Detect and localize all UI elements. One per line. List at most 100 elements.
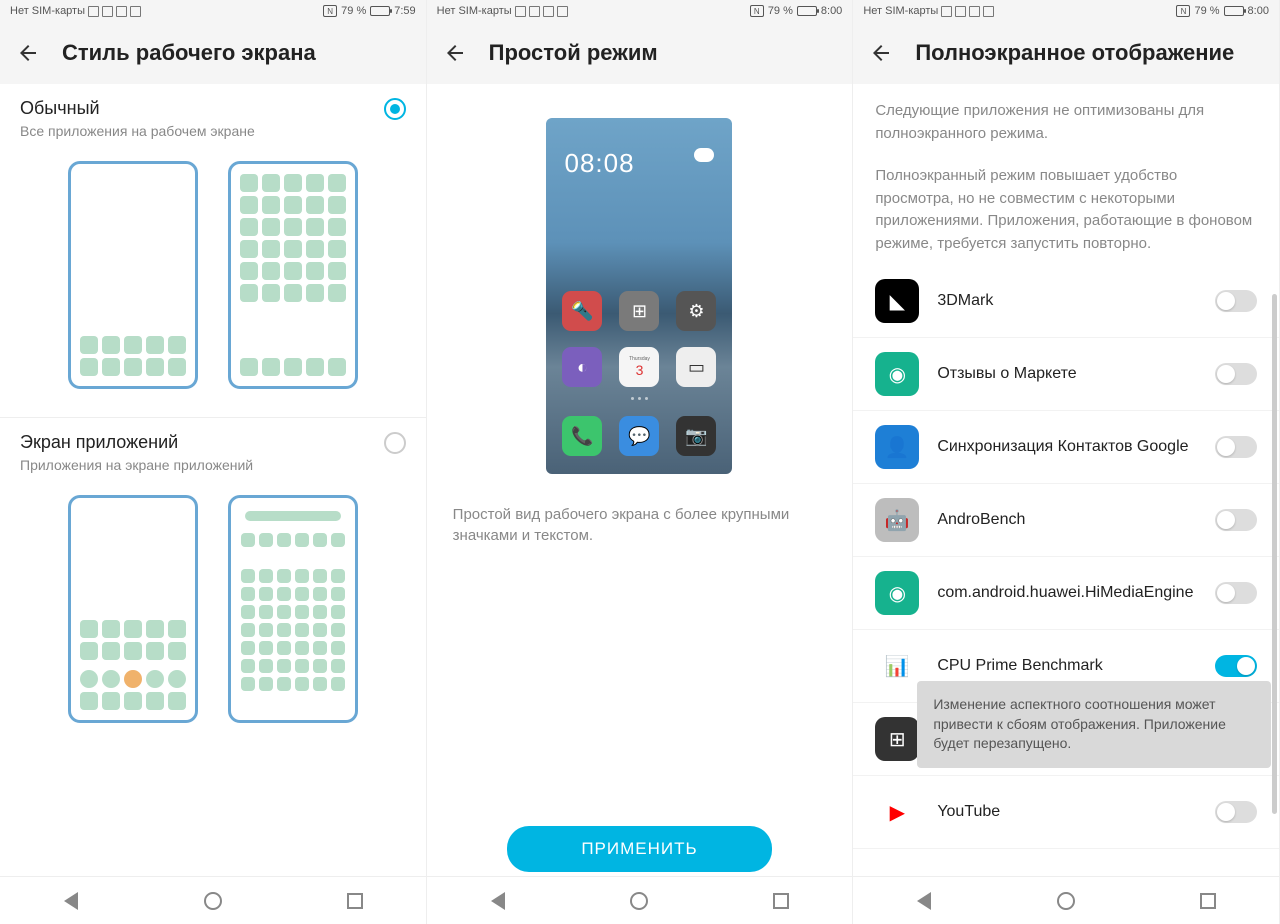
- app-icon: 👤: [875, 425, 919, 469]
- option-drawer[interactable]: Экран приложений Приложения на экране пр…: [0, 418, 426, 751]
- app-name: YouTube: [937, 803, 1197, 821]
- option-preview: [20, 139, 406, 405]
- back-button[interactable]: [16, 41, 40, 65]
- option-title: Экран приложений: [20, 432, 253, 453]
- app-row[interactable]: ▶ YouTube: [853, 776, 1279, 849]
- app-row[interactable]: ◉ com.android.huawei.HiMediaEngine: [853, 557, 1279, 630]
- mock-phone-icon: [228, 495, 358, 723]
- app-icon: ◉: [875, 352, 919, 396]
- sim-icon: [88, 6, 99, 17]
- page-title: Полноэкранное отображение: [915, 40, 1234, 66]
- data-icon: [529, 6, 540, 17]
- nav-home[interactable]: [1055, 890, 1077, 912]
- settings-icon: ⚙: [676, 291, 716, 331]
- app-icon: 📊: [875, 644, 919, 688]
- toggle-switch[interactable]: [1215, 801, 1257, 823]
- app-name: 3DMark: [937, 292, 1197, 310]
- app-icon: ▶: [875, 790, 919, 834]
- screen-home-style: Нет SIM-карты N 79 % 7:59 Стиль рабочего…: [0, 0, 427, 924]
- toggle-switch[interactable]: [1215, 436, 1257, 458]
- back-button[interactable]: [443, 41, 467, 65]
- app-name: Отзывы о Маркете: [937, 365, 1197, 383]
- nav-back[interactable]: [487, 890, 509, 912]
- header: Полноэкранное отображение: [853, 22, 1279, 84]
- app-row[interactable]: 🤖 AndroBench: [853, 484, 1279, 557]
- clock: 8:00: [821, 5, 842, 17]
- app-row[interactable]: ◉ Отзывы о Маркете: [853, 338, 1279, 411]
- msg-icon: [116, 6, 127, 17]
- more-icon: [130, 6, 141, 17]
- nav-recent[interactable]: [1197, 890, 1219, 912]
- sim-icon: [515, 6, 526, 17]
- battery-icon: [797, 6, 817, 16]
- app-name: AndroBench: [937, 511, 1197, 529]
- option-subtitle: Приложения на экране приложений: [20, 457, 253, 473]
- calculator-icon: ⊞: [619, 291, 659, 331]
- nav-bar: [853, 876, 1279, 924]
- mock-phone-icon: [68, 495, 198, 723]
- content: Обычный Все приложения на рабочем экране: [0, 84, 426, 876]
- sim-status: Нет SIM-карты: [10, 5, 85, 17]
- camera-icon: 📷: [676, 416, 716, 456]
- toast: Изменение аспектного соотношения может п…: [917, 681, 1271, 768]
- radio-button[interactable]: [384, 98, 406, 120]
- nav-bar: [0, 876, 426, 924]
- msg-icon: [969, 6, 980, 17]
- toggle-switch[interactable]: [1215, 582, 1257, 604]
- battery-icon: [1224, 6, 1244, 16]
- nav-home[interactable]: [628, 890, 650, 912]
- data-icon: [955, 6, 966, 17]
- app-name: CPU Prime Benchmark: [937, 657, 1197, 675]
- info-text-1: Следующие приложения не оптимизованы для…: [853, 84, 1279, 149]
- description: Простой вид рабочего экрана с более круп…: [427, 494, 853, 556]
- toggle-switch[interactable]: [1215, 509, 1257, 531]
- battery-icon: [370, 6, 390, 16]
- toggle-switch[interactable]: [1215, 655, 1257, 677]
- nav-recent[interactable]: [770, 890, 792, 912]
- messages-icon: 💬: [619, 416, 659, 456]
- status-bar: Нет SIM-карты N 79 % 7:59: [0, 0, 426, 22]
- app-icon: ⊞: [875, 717, 919, 761]
- screen-simple-mode: Нет SIM-карты N 79 % 8:00 Простой режим …: [427, 0, 854, 924]
- option-standard[interactable]: Обычный Все приложения на рабочем экране: [0, 84, 426, 418]
- preview-phone-icon: 08:08 🔦 ⊞ ⚙ ◐ Thursday 3 ▭: [546, 118, 732, 474]
- nav-home[interactable]: [202, 890, 224, 912]
- apply-wrap: ПРИМЕНИТЬ: [427, 826, 853, 872]
- nfc-icon: N: [323, 5, 337, 17]
- browser-icon: ◐: [562, 347, 602, 387]
- more-icon: [983, 6, 994, 17]
- nav-recent[interactable]: [344, 890, 366, 912]
- app-row[interactable]: 👤Синхронизация Контактов Google: [853, 411, 1279, 484]
- nav-back[interactable]: [60, 890, 82, 912]
- info-text-2: Полноэкранный режим повышает удобство пр…: [853, 149, 1279, 259]
- radio-button[interactable]: [384, 432, 406, 454]
- back-button[interactable]: [869, 41, 893, 65]
- more-icon: [557, 6, 568, 17]
- content: 08:08 🔦 ⊞ ⚙ ◐ Thursday 3 ▭: [427, 84, 853, 876]
- page-title: Простой режим: [489, 40, 658, 66]
- toggle-switch[interactable]: [1215, 290, 1257, 312]
- weather-icon: [694, 148, 714, 162]
- nfc-icon: N: [1176, 5, 1190, 17]
- files-icon: ▭: [676, 347, 716, 387]
- app-icon: ◣: [875, 279, 919, 323]
- battery-pct: 79 %: [1194, 5, 1219, 17]
- app-icon: 🤖: [875, 498, 919, 542]
- toggle-switch[interactable]: [1215, 363, 1257, 385]
- sim-status: Нет SIM-карты: [437, 5, 512, 17]
- scrollbar[interactable]: [1272, 294, 1277, 814]
- screen-fullscreen-display: Нет SIM-карты N 79 % 8:00 Полноэкранное …: [853, 0, 1280, 924]
- app-name: com.android.huawei.HiMediaEngine: [937, 584, 1197, 602]
- mock-phone-icon: [68, 161, 198, 389]
- apply-button[interactable]: ПРИМЕНИТЬ: [507, 826, 771, 872]
- option-preview: [20, 473, 406, 739]
- app-icon: ◉: [875, 571, 919, 615]
- option-subtitle: Все приложения на рабочем экране: [20, 123, 255, 139]
- phone-icon: 📞: [562, 416, 602, 456]
- nav-back[interactable]: [913, 890, 935, 912]
- header: Простой режим: [427, 22, 853, 84]
- app-row[interactable]: ◣ 3DMark: [853, 265, 1279, 338]
- flashlight-icon: 🔦: [562, 291, 602, 331]
- preview-time: 08:08: [564, 148, 634, 179]
- data-icon: [102, 6, 113, 17]
